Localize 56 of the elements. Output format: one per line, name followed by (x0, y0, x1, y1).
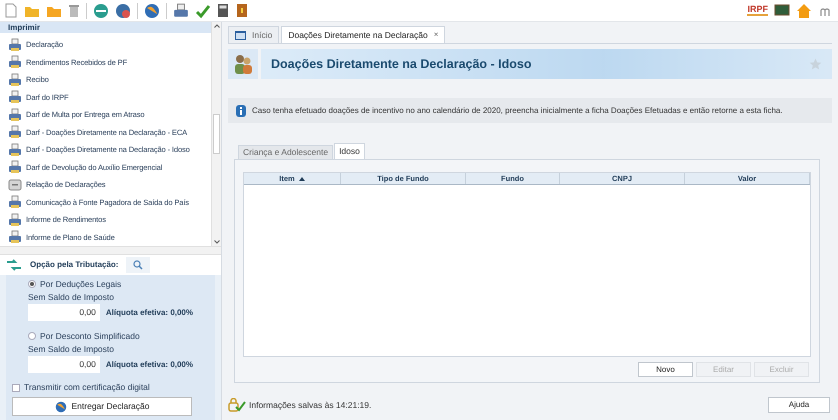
printer-icon (8, 160, 22, 174)
info-message: Caso tenha efetuado doações de incentivo no ano calendário de 2020, preencha inicialmente a ficha Doações Efetuadas e então retorne a esta ficha. (228, 98, 832, 123)
chevron-up-icon[interactable] (214, 24, 220, 28)
radio-option[interactable]: Por Desconto Simplificado (28, 329, 193, 344)
chalkboard-icon[interactable] (774, 4, 790, 18)
trash-icon[interactable] (68, 4, 80, 18)
logo-text[interactable]: IRPF (747, 5, 768, 16)
rate-text: Alíquota efetiva: 0,00% (106, 358, 193, 371)
printer-icon (8, 212, 22, 227)
section-title: Opção pela Tributação: (30, 259, 118, 272)
home-icon[interactable] (796, 2, 812, 18)
printer-icon (8, 38, 22, 52)
checkmark-icon[interactable] (195, 2, 211, 18)
book-icon[interactable] (235, 3, 249, 18)
info-icon (236, 104, 246, 116)
calculator-icon[interactable] (217, 3, 229, 18)
people-icon (228, 49, 258, 79)
printer-icon (8, 72, 22, 87)
note-text: Sem Saldo de Imposto (28, 343, 115, 356)
star-icon[interactable] (809, 58, 822, 70)
page-title: Doações Diretamente na Declaração - Idoso (271, 56, 532, 73)
radio-option[interactable]: Por Deduções Legais (28, 277, 193, 292)
printer-icon (8, 125, 22, 140)
printer-icon (8, 55, 22, 70)
value-field[interactable]: 0,00 (28, 304, 100, 322)
note-text: Sem Saldo de Imposto (28, 291, 115, 304)
printer-icon (8, 90, 22, 104)
document-icon (8, 178, 22, 192)
printer-icon (8, 142, 22, 157)
action-button[interactable]: Novo (638, 362, 693, 377)
panel-title: Imprimir (8, 24, 40, 32)
lock-check-icon (228, 398, 246, 412)
help-button[interactable]: Ajuda (768, 397, 830, 413)
tab[interactable]: Início (228, 26, 280, 43)
tab[interactable]: Criança e Adolescente (238, 145, 334, 159)
arrows-icon (6, 259, 22, 272)
search-icon (133, 260, 144, 270)
tab[interactable]: Doações Diretamente na Declaração × (281, 26, 446, 43)
certificate-checkbox[interactable]: Transmitir com certificação digital (12, 381, 193, 394)
scrollbar[interactable] (0, 246, 221, 256)
close-icon[interactable]: × (434, 29, 438, 41)
value-field[interactable]: 0,00 (28, 356, 100, 374)
printer-icon (8, 195, 22, 210)
scrollbar-thumb[interactable] (213, 114, 220, 154)
submit-button[interactable]: Entregar Declaração (12, 397, 192, 416)
chevron-down-icon[interactable] (214, 240, 220, 244)
status-text: Informações salvas às 14:21:19. (249, 398, 372, 412)
window-icon (235, 30, 246, 40)
scrollbar[interactable] (211, 22, 221, 246)
printer-icon (8, 230, 22, 244)
printer-icon (8, 108, 22, 122)
tab[interactable]: Idoso (334, 143, 365, 159)
search-button[interactable] (126, 257, 150, 274)
printer-icon[interactable] (173, 2, 189, 18)
rate-text: Alíquota efetiva: 0,00% (106, 306, 193, 319)
new-file-icon[interactable] (4, 3, 18, 18)
